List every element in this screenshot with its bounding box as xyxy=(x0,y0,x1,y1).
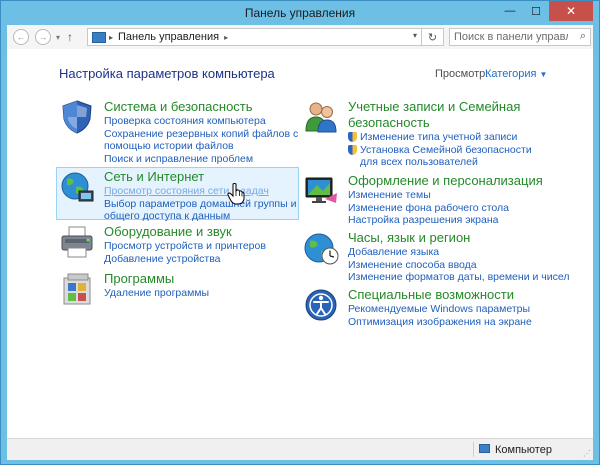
content-pane: Настройка параметров компьютера Просмотр… xyxy=(7,49,593,438)
link-optimize-display[interactable]: Оптимизация изображения на экране xyxy=(348,316,532,329)
back-button[interactable]: ← xyxy=(13,29,29,45)
refresh-button[interactable]: ↻ xyxy=(421,29,443,45)
history-dropdown-icon[interactable]: ▾ xyxy=(56,33,60,42)
search-icon[interactable]: ⌕ xyxy=(580,30,586,43)
link-recommended-settings[interactable]: Рекомендуемые Windows параметры xyxy=(348,303,532,316)
search-box[interactable]: ⌕ xyxy=(449,28,591,46)
address-dropdown-icon[interactable]: ▾ xyxy=(413,31,417,40)
category-title[interactable]: Оборудование и звук xyxy=(104,224,232,240)
dropdown-caret-icon: ▼ xyxy=(539,70,548,79)
view-by-label: Просмотр: xyxy=(435,68,489,80)
page-title: Настройка параметров компьютера xyxy=(59,66,275,81)
category-title[interactable]: Система и безопасность xyxy=(104,99,253,115)
maximize-button[interactable]: ☐ xyxy=(523,1,549,21)
category-title[interactable]: Специальные возможности xyxy=(348,287,514,303)
address-crumb[interactable]: Панель управления xyxy=(118,31,219,43)
navigation-bar: ← → ▾ ↑ ▸ Панель управления ▸ ▾ ↻ ⌕ xyxy=(7,25,593,49)
link-uninstall-program[interactable]: Удаление программы xyxy=(104,287,209,300)
close-button[interactable]: ✕ xyxy=(549,1,593,21)
category-links: Изменение типа учетной записи Установка … xyxy=(348,131,548,169)
globe-clock-icon xyxy=(304,233,339,265)
category-links: Удаление программы xyxy=(104,287,209,300)
link-troubleshoot[interactable]: Поиск и исправление проблем xyxy=(104,153,304,166)
resize-grip-icon[interactable]: ⋰ xyxy=(583,449,591,458)
shield-icon xyxy=(62,100,92,134)
category-title[interactable]: Сеть и Интернет xyxy=(104,169,204,185)
users-icon xyxy=(305,102,337,133)
link-add-device[interactable]: Добавление устройства xyxy=(104,253,266,266)
link-homegroup[interactable]: Выбор параметров домашней группы и общег… xyxy=(104,198,304,223)
uac-shield-icon xyxy=(348,132,357,142)
category-title[interactable]: Оформление и персонализация xyxy=(348,173,543,189)
link-check-status[interactable]: Проверка состояния компьютера xyxy=(104,115,304,128)
monitor-palette-icon xyxy=(305,177,337,203)
link-text: Установка Семейной безопасности для всех… xyxy=(360,143,532,169)
category-title[interactable]: Программы xyxy=(104,271,174,287)
link-change-theme[interactable]: Изменение темы xyxy=(348,189,509,202)
minimize-button[interactable]: — xyxy=(497,1,523,21)
uac-shield-icon xyxy=(348,144,357,155)
control-panel-icon xyxy=(92,31,106,43)
status-location: Компьютер xyxy=(495,444,552,456)
hand-cursor-icon xyxy=(227,183,245,205)
search-input[interactable] xyxy=(450,29,568,45)
link-text: Изменение типа учетной записи xyxy=(360,131,518,143)
category-links: Просмотр устройств и принтеров Добавлени… xyxy=(104,240,266,265)
category-links: Рекомендуемые Windows параметры Оптимиза… xyxy=(348,303,532,328)
category-links: Проверка состояния компьютера Сохранение… xyxy=(104,115,304,165)
printer-icon xyxy=(61,226,93,258)
link-family-safety[interactable]: Установка Семейной безопасности для всех… xyxy=(348,144,548,169)
category-links: Добавление языка Изменение способа ввода… xyxy=(348,246,569,284)
status-bar: Компьютер ⋰ xyxy=(7,438,593,460)
link-date-format[interactable]: Изменение форматов даты, времени и чисел xyxy=(348,271,569,284)
link-network-status[interactable]: Просмотр состояния сети и задач xyxy=(104,185,304,198)
link-add-language[interactable]: Добавление языка xyxy=(348,246,569,259)
link-change-background[interactable]: Изменение фона рабочего стола xyxy=(348,202,509,215)
category-links: Изменение темы Изменение фона рабочего с… xyxy=(348,189,509,227)
up-button[interactable]: ↑ xyxy=(67,30,73,44)
view-by-value: Категория xyxy=(485,68,537,80)
address-root-chevron-icon[interactable]: ▸ xyxy=(109,33,113,42)
link-file-history[interactable]: Сохранение резервных копий файлов с помо… xyxy=(104,128,304,153)
address-bar[interactable]: ▸ Панель управления ▸ ▾ ↻ xyxy=(87,28,444,46)
programs-icon xyxy=(63,273,91,305)
accessibility-icon xyxy=(305,289,337,321)
category-links: Просмотр состояния сети и задач Выбор па… xyxy=(104,185,304,223)
link-input-method[interactable]: Изменение способа ввода xyxy=(348,259,569,272)
window-controls: — ☐ ✕ xyxy=(497,1,593,21)
link-devices-printers[interactable]: Просмотр устройств и принтеров xyxy=(104,240,266,253)
link-screen-resolution[interactable]: Настройка разрешения экрана xyxy=(348,214,509,227)
network-globe-icon xyxy=(61,172,94,202)
status-divider xyxy=(473,442,474,457)
address-chevron-icon[interactable]: ▸ xyxy=(224,33,228,42)
category-title[interactable]: Учетные записи и Семейная безопасность xyxy=(348,99,558,131)
control-panel-window: Панель управления — ☐ ✕ ← → ▾ ↑ ▸ Панель… xyxy=(0,0,600,465)
title-bar[interactable]: Панель управления — ☐ ✕ xyxy=(1,1,599,25)
link-change-account-type[interactable]: Изменение типа учетной записи xyxy=(348,131,548,144)
view-by-dropdown[interactable]: Категория ▼ xyxy=(485,68,547,80)
category-title[interactable]: Часы, язык и регион xyxy=(348,230,470,246)
forward-button[interactable]: → xyxy=(35,29,51,45)
computer-icon xyxy=(479,444,490,453)
